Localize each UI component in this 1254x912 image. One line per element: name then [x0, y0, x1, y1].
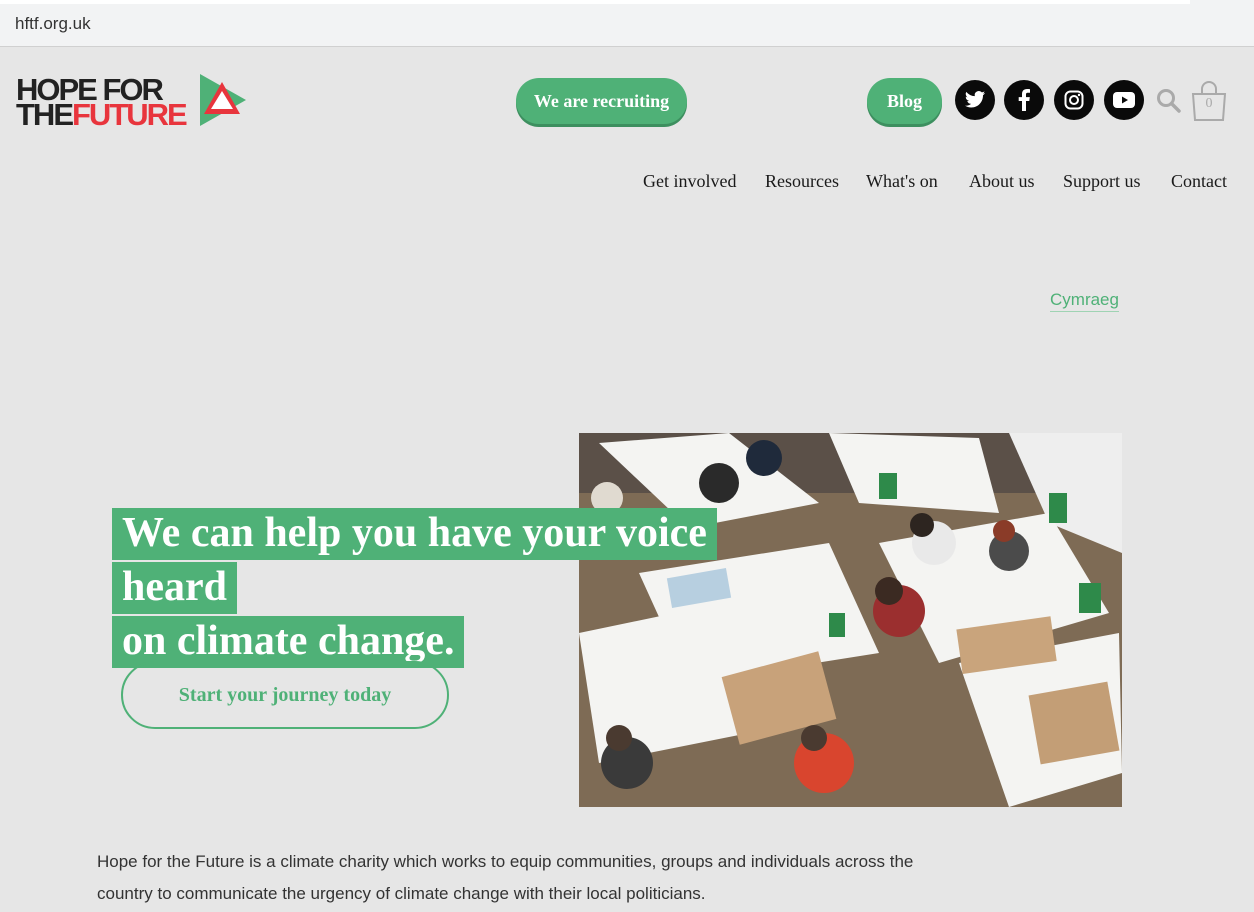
url-text[interactable]: hftf.org.uk — [15, 14, 91, 34]
intro-line2: country to communicate the urgency of cl… — [97, 884, 706, 903]
blog-button[interactable]: Blog — [867, 78, 942, 124]
hero-headline: We can help you have your voice heard on… — [112, 506, 832, 668]
twitter-link[interactable] — [955, 80, 995, 120]
hero-headline-line1: We can help you have your voice heard — [112, 508, 717, 614]
youtube-icon — [1113, 92, 1135, 108]
nav-get-involved[interactable]: Get involved — [643, 171, 736, 192]
twitter-icon — [964, 91, 986, 108]
logo-text-line2: THEFUTURE — [16, 97, 188, 132]
language-link-cymraeg[interactable]: Cymraeg — [1050, 290, 1119, 312]
main-navigation: Get involved Resources What's on About u… — [0, 171, 1254, 195]
instagram-icon — [1064, 90, 1084, 110]
facebook-icon — [1018, 89, 1030, 111]
browser-address-bar[interactable]: hftf.org.uk — [0, 0, 1254, 47]
nav-about-us[interactable]: About us — [969, 171, 1035, 192]
logo-text-future: FUTURE — [72, 97, 188, 132]
site-logo[interactable]: HOPE FOR THEFUTURE — [16, 72, 248, 130]
shopping-basket-button[interactable]: 0 — [1190, 80, 1228, 122]
logo-text-the: THE — [16, 97, 74, 132]
youtube-link[interactable] — [1104, 80, 1144, 120]
intro-paragraph: Hope for the Future is a climate charity… — [97, 846, 997, 910]
intro-line1: Hope for the Future is a climate charity… — [97, 852, 914, 871]
search-icon[interactable] — [1156, 88, 1182, 114]
nav-resources[interactable]: Resources — [765, 171, 839, 192]
facebook-link[interactable] — [1004, 80, 1044, 120]
instagram-link[interactable] — [1054, 80, 1094, 120]
basket-count: 0 — [1205, 96, 1213, 111]
nav-support-us[interactable]: Support us — [1063, 171, 1141, 192]
start-journey-button[interactable]: Start your journey today — [121, 661, 449, 729]
we-are-recruiting-button[interactable]: We are recruiting — [516, 78, 687, 124]
logo-triangle-icon — [200, 74, 246, 126]
nav-whats-on[interactable]: What's on — [866, 171, 938, 192]
tab-strip-edge — [0, 0, 1190, 4]
nav-contact[interactable]: Contact — [1171, 171, 1227, 192]
